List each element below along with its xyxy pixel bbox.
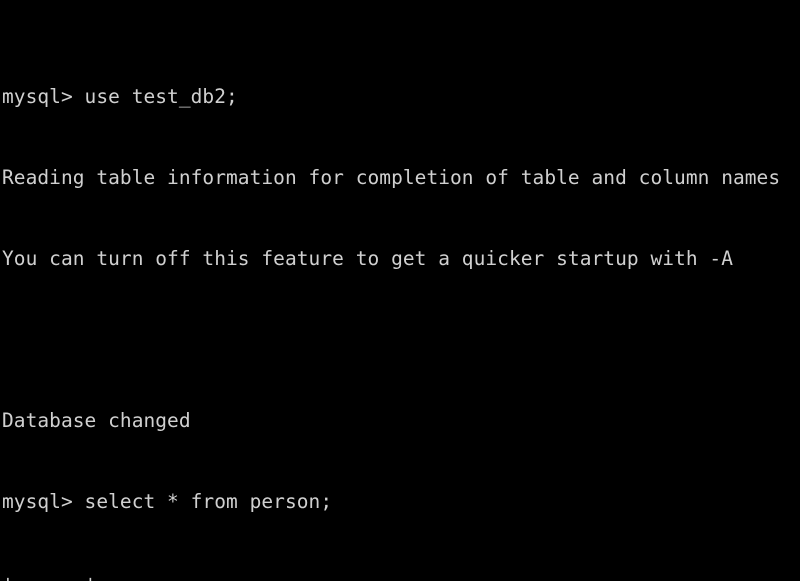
- terminal-line-reading-table-info: Reading table information for completion…: [2, 166, 781, 189]
- terminal-line-command-select-all: mysql> select * from person;: [2, 490, 333, 513]
- terminal-line-table1-top-border: +------+: [2, 569, 800, 581]
- terminal-line-blank-1: [2, 326, 800, 353]
- terminal-screen[interactable]: mysql> use test_db2; Reading table infor…: [2, 2, 800, 581]
- terminal-line-turn-off-feature: You can turn off this feature to get a q…: [2, 247, 733, 270]
- terminal-window[interactable]: mysql> use test_db2; Reading table infor…: [0, 0, 800, 581]
- terminal-line-database-changed: Database changed: [2, 409, 191, 432]
- terminal-line-command-use-db: mysql> use test_db2;: [2, 85, 238, 108]
